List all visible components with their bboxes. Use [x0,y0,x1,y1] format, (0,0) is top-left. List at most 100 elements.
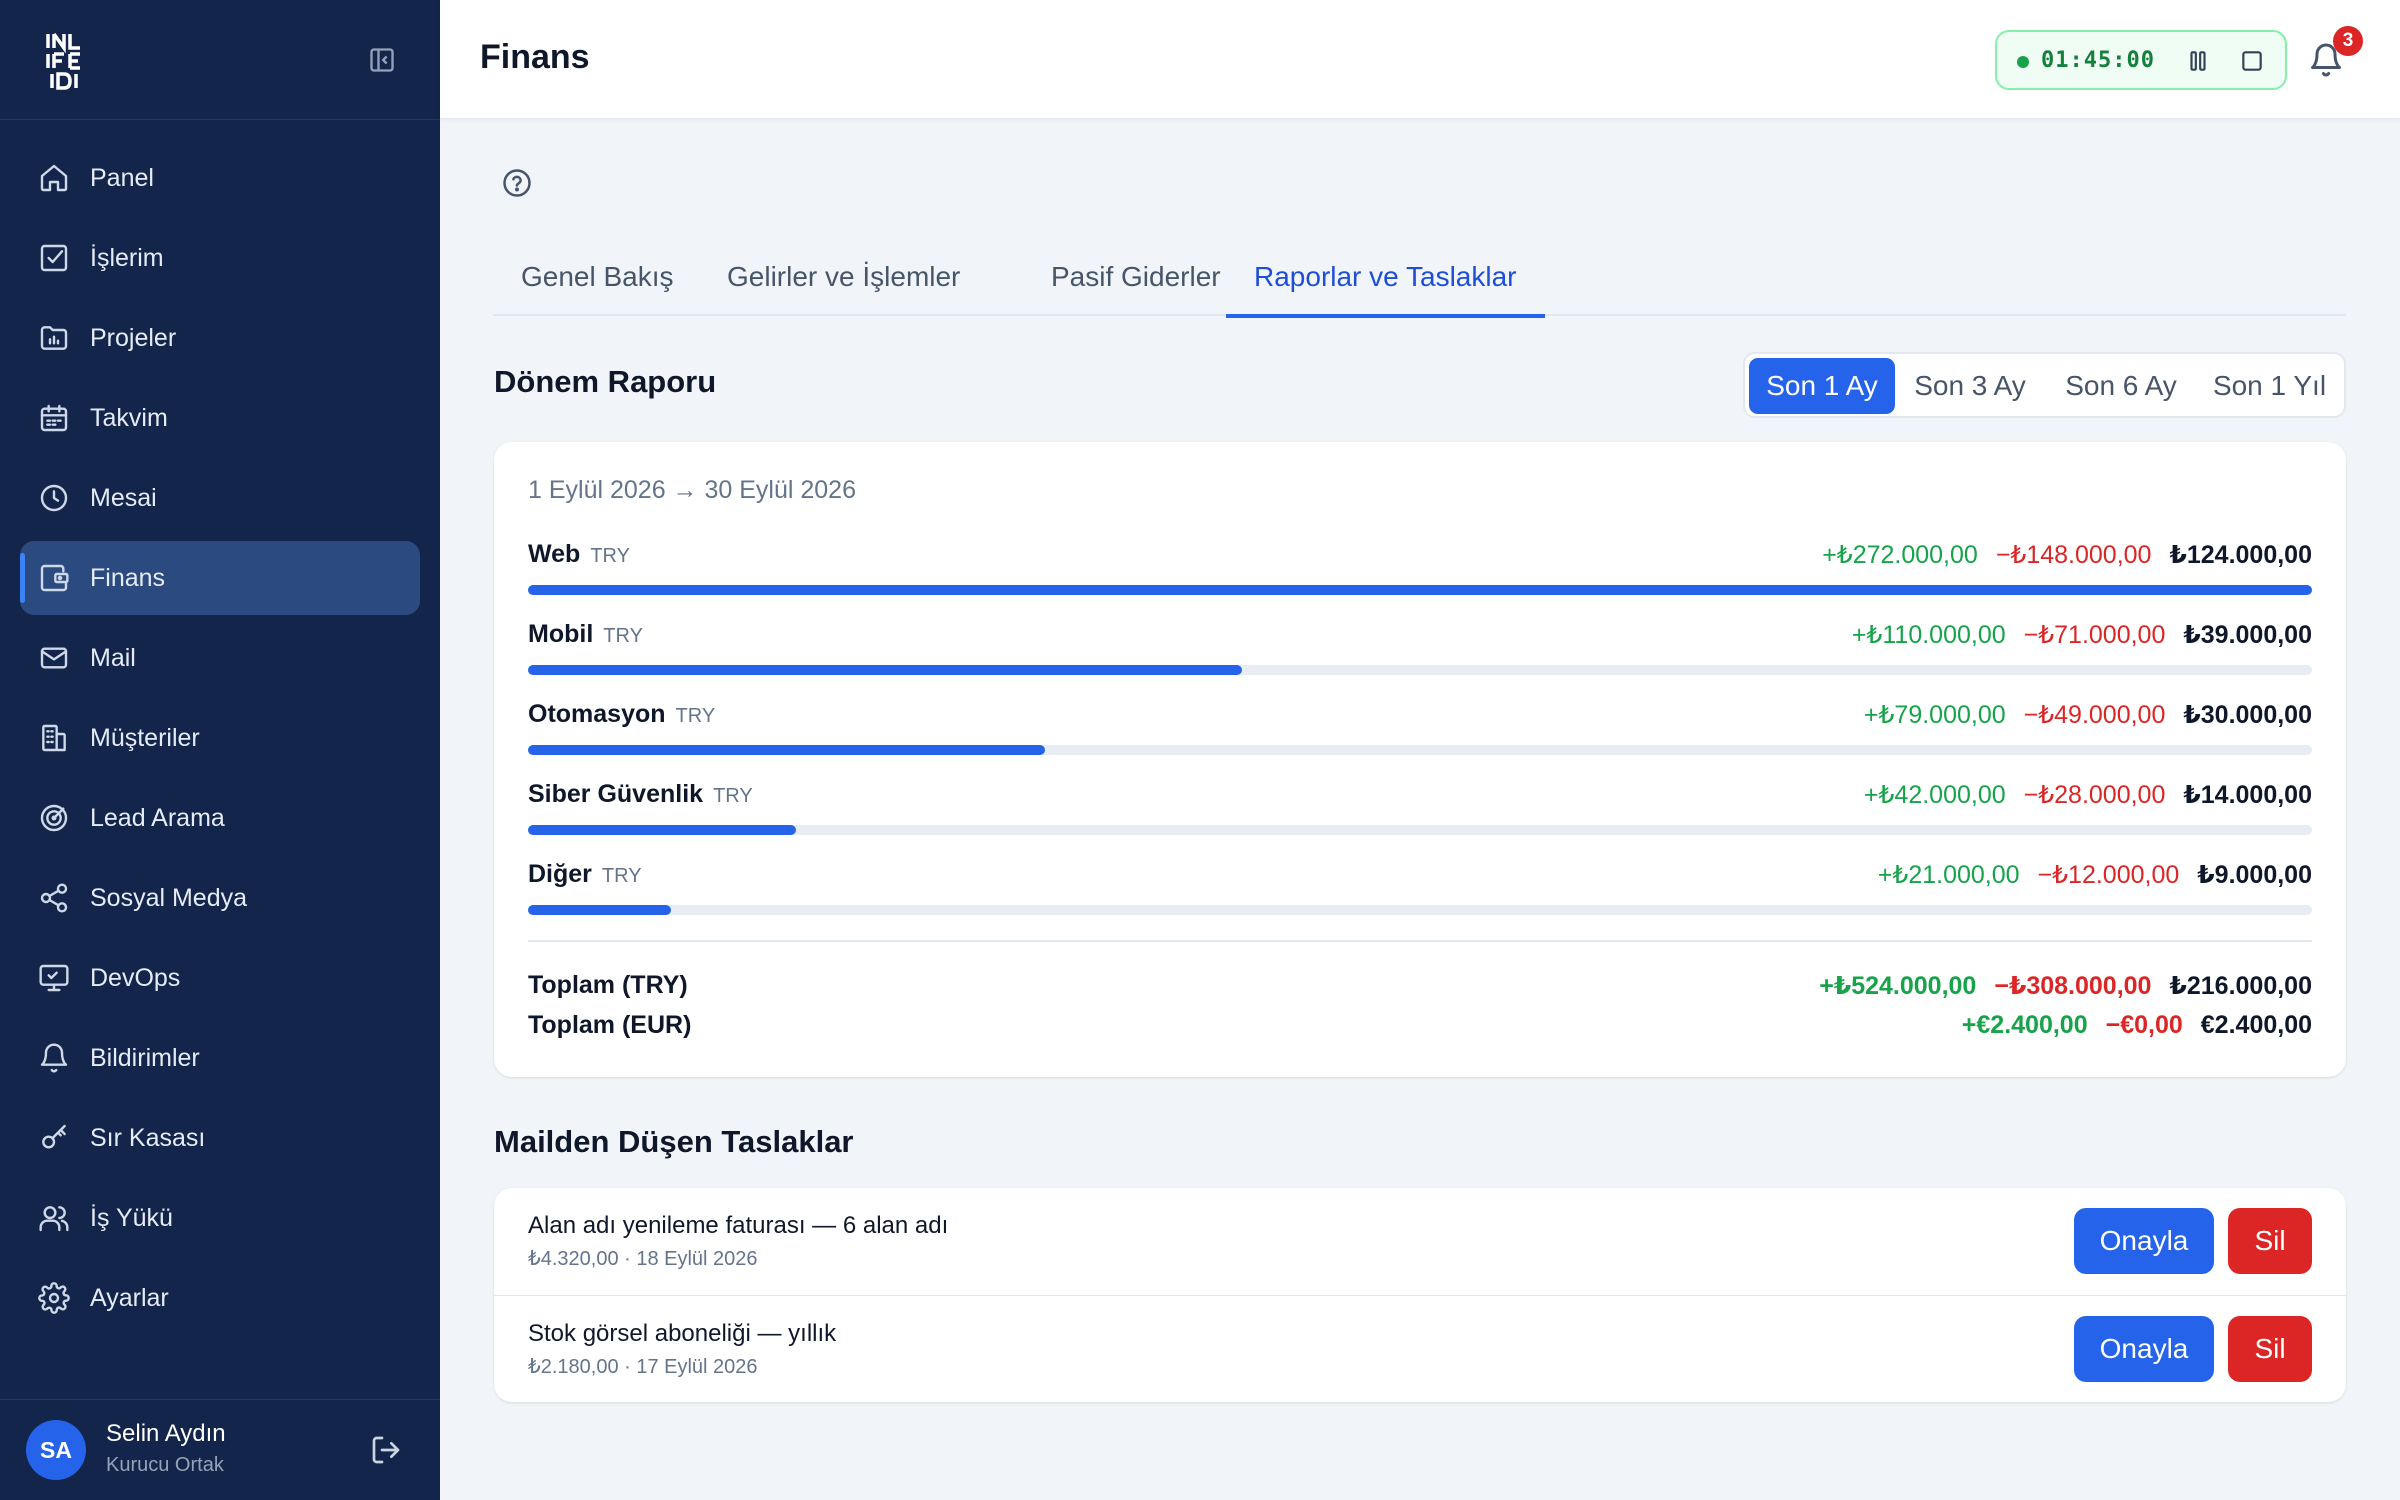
row-category: Web TRY [528,540,630,569]
row-category: Diğer TRY [528,860,642,889]
help-icon[interactable] [502,168,532,198]
draft-title: Stok görsel aboneliği — yıllık [528,1320,837,1347]
calendar-icon [40,404,68,432]
sidebar-item-label: İşlerim [90,244,164,272]
sidebar-item-mail[interactable]: Mail [20,621,420,695]
row-income: +₺21.000,00 [1877,861,2020,889]
sidebar-item-bildirimler[interactable]: Bildirimler [20,1021,420,1095]
row-currency: TRY [675,705,716,727]
sidebar-item-finans[interactable]: Finans [20,541,420,615]
sidebar-header [0,0,440,120]
sidebar-item-label: Mesai [90,484,157,512]
pause-icon[interactable] [2185,48,2211,74]
logo-icon[interactable] [44,30,90,90]
sidebar-item-i-şlerim[interactable]: İşlerim [20,221,420,295]
row-progress-fill [528,585,2312,595]
row-expense: −₺148.000,00 [1995,541,2152,569]
category-name: Otomasyon [528,700,666,728]
delete-button[interactable]: Sil [2228,1208,2312,1274]
tab-genel-bakis[interactable]: Genel Bakış [493,248,702,316]
row-income: +₺42.000,00 [1863,781,2006,809]
tab-raporlar-taslaklar[interactable]: Raporlar ve Taslaklar [1226,248,1545,318]
total-label: Toplam (TRY) [528,971,688,999]
user-name: Selin Aydın [106,1420,226,1447]
drafts-card: Alan adı yenileme faturası — 6 alan adı ₺… [494,1188,2346,1402]
tab-pasif-giderler[interactable]: Pasif Giderler [1023,248,1249,316]
sidebar-item-label: Projeler [90,324,177,352]
home-icon [40,164,68,192]
row-currency: TRY [590,545,630,567]
totals-divider [528,940,2312,942]
gear-icon [38,1282,70,1314]
report-date-range: 1 Eylül 2026 → 30 Eylül 2026 [528,476,856,504]
period-1-month[interactable]: Son 1 Ay [1749,358,1895,414]
sidebar-item-mesai[interactable]: Mesai [20,461,420,535]
approve-button[interactable]: Onayla [2074,1316,2214,1382]
report-card: 1 Eylül 2026 → 30 Eylül 2026 Web TRY +₺272… [494,442,2346,1077]
row-currency: TRY [601,865,642,887]
row-expense: −₺49.000,00 [2023,701,2166,729]
report-row: Siber Güvenlik TRY +₺42.000,00 −₺28.000,00 ₺… [528,780,2312,860]
sidebar-item-i-ş-yükü[interactable]: İş Yükü [20,1181,420,1255]
sidebar-item-devops[interactable]: DevOps [20,941,420,1015]
period-6-months[interactable]: Son 6 Ay [2045,358,2197,414]
sidebar-item-sosyal-medya[interactable]: Sosyal Medya [20,861,420,935]
total-expense: −₺308.000,00 [1994,972,2152,1000]
avatar[interactable]: SA [26,1420,86,1480]
sidebar-item-label: Panel [90,164,154,192]
tab-gelirler-islemler[interactable]: Gelirler ve İşlemler [699,248,988,316]
period-3-months[interactable]: Son 3 Ay [1895,358,2045,414]
timer-value: 01:45:00 [2041,48,2155,73]
target-icon [40,804,68,832]
delete-button[interactable]: Sil [2228,1316,2312,1382]
top-bar: Finans 01:45:00 3 [440,0,2400,119]
total-eur-row: Toplam (EUR) +€2.400,00 −€0,00 €2.400,00 [528,1011,2312,1047]
stop-icon[interactable] [2239,48,2265,74]
report-row: Web TRY +₺272.000,00 −₺148.000,00 ₺124.000,0… [528,540,2312,620]
logout-icon[interactable] [370,1434,402,1466]
report-title: Dönem Raporu [494,364,717,399]
row-expense: −₺71.000,00 [2023,621,2166,649]
row-progress-fill [528,745,1046,755]
draft-item: Alan adı yenileme faturası — 6 alan adı ₺… [494,1188,2346,1295]
total-try-row: Toplam (TRY) +₺524.000,00 −₺308.000,00 ₺21… [528,971,2312,1007]
sidebar-item-label: Sosyal Medya [90,884,248,912]
sidebar-item-projeler[interactable]: Projeler [20,301,420,375]
mail-icon [40,647,68,669]
category-name: Diğer [528,860,592,888]
sidebar-item-label: Takvim [90,404,168,432]
row-currency: TRY [603,625,643,647]
sidebar-item-label: Sır Kasası [90,1124,206,1152]
sidebar-item-label: Finans [90,564,166,592]
row-category: Otomasyon TRY [528,700,715,729]
category-name: Siber Güvenlik [528,780,704,808]
sidebar-item-lead-arama[interactable]: Lead Arama [20,781,420,855]
row-progress-track [528,665,2312,675]
row-category: Siber Güvenlik TRY [528,780,753,809]
period-1-year[interactable]: Son 1 Yıl [2197,358,2342,414]
sidebar-collapse-icon[interactable] [368,46,396,74]
key-icon [42,1124,66,1149]
row-progress-track [528,825,2312,835]
sidebar-item-takvim[interactable]: Takvim [20,381,420,455]
row-progress-track [528,905,2312,915]
row-income: +₺79.000,00 [1863,701,2006,729]
row-category: Mobil TRY [528,620,643,649]
row-expense: −₺28.000,00 [2023,781,2166,809]
work-timer: 01:45:00 [1995,30,2287,90]
sidebar-item-panel[interactable]: Panel [20,141,420,215]
building-icon [42,724,66,752]
approve-button[interactable]: Onayla [2074,1208,2214,1274]
users-icon [39,1206,69,1232]
sidebar-item-müşteriler[interactable]: Müşteriler [20,701,420,775]
row-income: +₺272.000,00 [1822,541,1978,569]
row-net: ₺39.000,00 [2183,621,2312,649]
sidebar-item-ayarlar[interactable]: Ayarlar [20,1261,420,1335]
sidebar-item-sır-kasası[interactable]: Sır Kasası [20,1101,420,1175]
row-net: ₺124.000,00 [2169,541,2312,569]
total-label: Toplam (EUR) [528,1011,692,1039]
bell-icon [40,1043,68,1073]
total-expense: −€0,00 [2105,1011,2183,1039]
total-net: €2.400,00 [2200,1011,2312,1039]
user-panel: SA Selin Aydın Kurucu Ortak [0,1399,440,1500]
